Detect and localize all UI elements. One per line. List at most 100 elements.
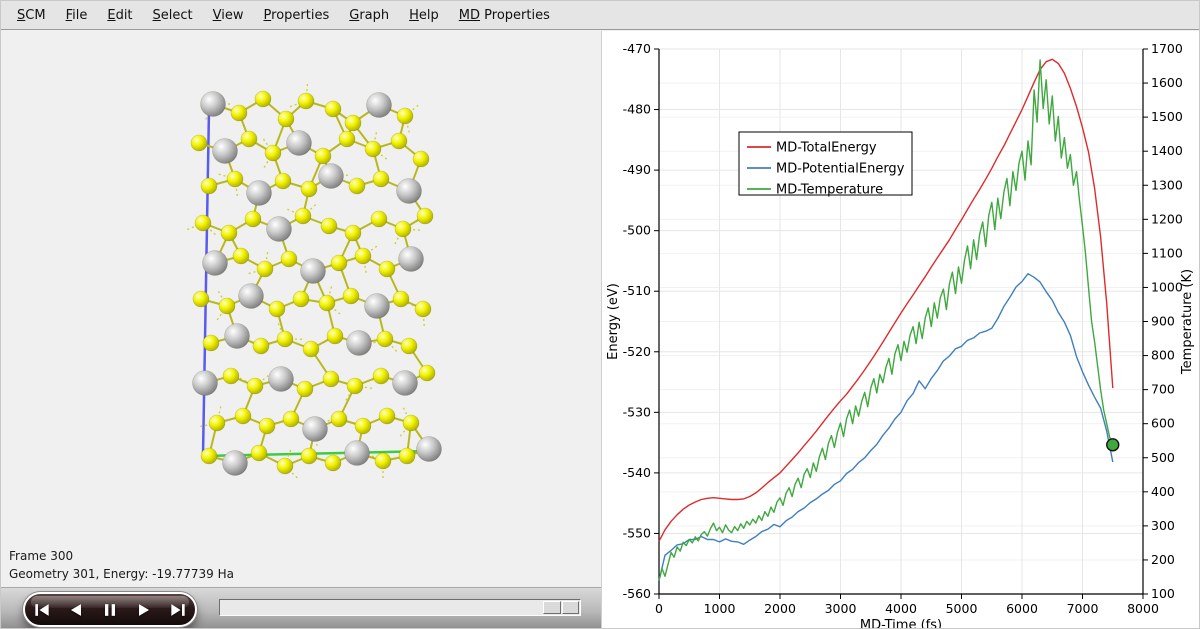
atom-gray[interactable] [225,324,250,349]
atom-gray[interactable] [303,417,328,442]
atom-yellow[interactable] [209,415,225,431]
atom-yellow[interactable] [265,145,281,161]
atom-gray[interactable] [239,284,264,309]
atom-yellow[interactable] [257,261,273,277]
atom-yellow[interactable] [325,101,341,117]
menu-item-scm[interactable]: SCM [7,1,56,30]
slider-thumb-right-grip[interactable] [562,601,580,614]
atom-yellow[interactable] [331,411,347,427]
skip-end-button[interactable] [163,596,193,624]
atom-yellow[interactable] [379,261,395,277]
atom-yellow[interactable] [201,448,217,464]
atom-yellow[interactable] [365,141,381,157]
atom-yellow[interactable] [379,408,395,424]
atom-yellow[interactable] [355,418,371,434]
play-button[interactable] [129,596,159,624]
atom-yellow[interactable] [319,295,335,311]
atom-yellow[interactable] [303,341,319,357]
atom-yellow[interactable] [375,453,391,469]
molecule-viewport[interactable] [1,31,601,587]
atom-gray[interactable] [365,294,390,319]
atom-gray[interactable] [287,131,312,156]
atom-yellow[interactable] [251,445,267,461]
menu-item-file[interactable]: File [56,1,98,30]
atom-yellow[interactable] [295,208,311,224]
atom-yellow[interactable] [298,93,314,109]
slider-thumb-left-grip[interactable] [543,601,561,614]
atom-yellow[interactable] [233,248,249,264]
atom-yellow[interactable] [195,215,211,231]
atom-yellow[interactable] [345,225,361,241]
atom-gray[interactable] [201,92,226,117]
frame-slider[interactable] [219,599,581,616]
atom-yellow[interactable] [293,291,309,307]
atom-yellow[interactable] [371,211,387,227]
atom-yellow[interactable] [355,248,371,264]
atom-yellow[interactable] [419,365,435,381]
atom-yellow[interactable] [227,171,243,187]
atom-yellow[interactable] [331,255,347,271]
atom-yellow[interactable] [373,171,389,187]
atom-yellow[interactable] [349,178,365,194]
atom-yellow[interactable] [301,181,317,197]
menu-item-properties[interactable]: Properties [254,1,340,30]
atom-yellow[interactable] [277,458,293,474]
atom-gray[interactable] [347,331,372,356]
atom-yellow[interactable] [301,448,317,464]
atom-gray[interactable] [319,164,344,189]
step-back-button[interactable] [61,596,91,624]
atom-yellow[interactable] [203,335,219,351]
atom-gray[interactable] [223,451,248,476]
atom-yellow[interactable] [193,291,209,307]
atom-gray[interactable] [203,251,228,276]
atom-gray[interactable] [269,367,294,392]
atom-gray[interactable] [247,181,272,206]
atom-gray[interactable] [301,259,326,284]
atom-yellow[interactable] [281,251,297,267]
atom-yellow[interactable] [397,108,413,124]
atom-yellow[interactable] [253,338,269,354]
atom-yellow[interactable] [377,331,393,347]
atom-yellow[interactable] [323,371,339,387]
atom-yellow[interactable] [269,301,285,317]
atom-yellow[interactable] [345,115,361,131]
atom-gray[interactable] [397,179,422,204]
atom-yellow[interactable] [223,368,239,384]
atom-yellow[interactable] [241,131,257,147]
menu-item-view[interactable]: View [203,1,254,30]
atom-yellow[interactable] [393,291,409,307]
atom-yellow[interactable] [247,378,263,394]
atom-yellow[interactable] [255,91,271,107]
atom-gray[interactable] [393,371,418,396]
menu-item-edit[interactable]: Edit [97,1,142,30]
atom-yellow[interactable] [259,418,275,434]
atom-yellow[interactable] [275,173,291,189]
atom-gray[interactable] [399,247,424,272]
atom-yellow[interactable] [401,338,417,354]
atom-yellow[interactable] [321,218,337,234]
atom-yellow[interactable] [347,378,363,394]
atom-yellow[interactable] [191,135,207,151]
atom-yellow[interactable] [373,368,389,384]
atom-gray[interactable] [267,217,292,242]
pause-button[interactable] [95,596,125,624]
atom-gray[interactable] [367,93,392,118]
atom-yellow[interactable] [417,208,433,224]
atom-yellow[interactable] [343,288,359,304]
atom-yellow[interactable] [327,328,343,344]
atom-yellow[interactable] [221,225,237,241]
atom-yellow[interactable] [245,211,261,227]
atom-yellow[interactable] [297,381,313,397]
atom-yellow[interactable] [277,331,293,347]
menu-item-select[interactable]: Select [143,1,203,30]
atom-yellow[interactable] [325,455,341,471]
atom-yellow[interactable] [201,178,217,194]
atom-yellow[interactable] [278,111,294,127]
atom-yellow[interactable] [395,221,411,237]
atom-yellow[interactable] [413,151,429,167]
menu-item-help[interactable]: Help [399,1,449,30]
atom-yellow[interactable] [399,448,415,464]
atom-yellow[interactable] [315,148,331,164]
atom-yellow[interactable] [415,301,431,317]
atom-gray[interactable] [417,437,442,462]
